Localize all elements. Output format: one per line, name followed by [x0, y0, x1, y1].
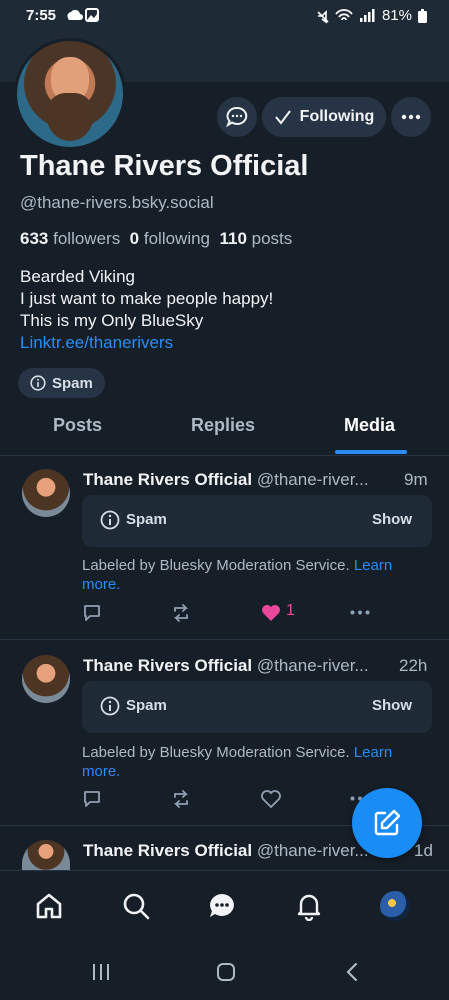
bio-line: This is my Only BlueSky: [20, 311, 204, 330]
recent-apps-icon[interactable]: [91, 962, 111, 982]
status-time: 7:55: [26, 7, 57, 24]
status-bar: 7:55 81%: [0, 0, 449, 32]
message-button[interactable]: [217, 97, 257, 137]
moderation-note: Labeled by Bluesky Moderation Service. L…: [82, 744, 393, 780]
moderation-note: Labeled by Bluesky Moderation Service. L…: [82, 557, 393, 593]
profile-bio: Bearded Viking I just want to make peopl…: [20, 266, 273, 354]
posts-count: 110 posts: [219, 229, 293, 248]
search-icon: [123, 893, 150, 920]
info-icon: [100, 696, 120, 716]
content-warning[interactable]: Spam Show: [82, 681, 432, 733]
show-button[interactable]: Show: [372, 511, 412, 528]
post-author[interactable]: Thane Rivers Official: [83, 470, 252, 489]
info-icon: [30, 375, 46, 391]
reply-icon[interactable]: [82, 603, 102, 623]
post-divider: [0, 639, 449, 640]
spam-label-chip[interactable]: Spam: [18, 368, 105, 398]
bio-line: Bearded Viking: [20, 267, 135, 286]
post-header: Thane Rivers Official @thane-river...: [83, 841, 369, 861]
following-button[interactable]: Following: [262, 97, 386, 137]
following-button-label: Following: [299, 108, 375, 125]
profile-avatar[interactable]: [14, 38, 126, 150]
post-time: 9m: [404, 470, 428, 489]
nav-notifications[interactable]: [292, 889, 326, 923]
more-options-button[interactable]: [391, 97, 431, 137]
notification-icons: [66, 7, 100, 27]
battery-percent: 81%: [381, 7, 412, 24]
avatar: [380, 891, 410, 921]
system-icons: 81%: [316, 7, 427, 24]
system-nav: [0, 946, 449, 1000]
post-header: Thane Rivers Official @thane-river...: [83, 656, 369, 676]
post-time: 1d: [414, 841, 433, 860]
home-icon: [36, 893, 62, 919]
bottom-nav: [0, 870, 449, 947]
profile-stats: 633 followers 0 following 110 posts: [20, 229, 292, 249]
post-handle: @thane-river...: [256, 470, 369, 489]
warning-label: Spam: [126, 697, 167, 714]
more-icon[interactable]: [350, 610, 370, 615]
more-icon: [401, 114, 421, 120]
bell-icon: [297, 894, 321, 921]
profile-name: Thane Rivers Official: [20, 150, 309, 182]
heart-icon[interactable]: [260, 789, 282, 809]
bio-line: I just want to make people happy!: [20, 289, 274, 308]
post-handle: @thane-river...: [256, 656, 369, 675]
compose-button[interactable]: [352, 788, 422, 858]
nav-messages[interactable]: [205, 889, 239, 923]
chat-icon: [226, 106, 248, 128]
bio-link[interactable]: Linktr.ee/thanerivers: [20, 332, 273, 354]
battery-icon: [418, 8, 427, 23]
post-avatar[interactable]: [22, 840, 70, 870]
nav-profile[interactable]: [378, 889, 412, 923]
tab-media[interactable]: Media: [344, 415, 395, 436]
post-actions: [82, 787, 382, 811]
nav-home[interactable]: [32, 889, 66, 923]
post-handle: @thane-river...: [256, 841, 369, 860]
warning-label: Spam: [126, 511, 167, 528]
nav-search[interactable]: [119, 889, 153, 923]
messages-icon: [210, 894, 234, 917]
tab-replies[interactable]: Replies: [191, 415, 255, 436]
active-tab-indicator: [335, 450, 407, 454]
following-link[interactable]: 0 following: [130, 229, 210, 248]
like-count: 1: [286, 602, 295, 619]
post-header: Thane Rivers Official @thane-river...: [83, 470, 369, 490]
show-button[interactable]: Show: [372, 697, 412, 714]
post-avatar[interactable]: [22, 655, 70, 703]
repost-icon[interactable]: [171, 789, 191, 809]
reply-icon[interactable]: [82, 789, 102, 809]
content-warning[interactable]: Spam Show: [82, 495, 432, 547]
compose-icon: [374, 809, 401, 836]
post-avatar[interactable]: [22, 469, 70, 517]
back-icon[interactable]: [342, 961, 362, 983]
tab-posts[interactable]: Posts: [53, 415, 102, 436]
followers-link[interactable]: 633 followers: [20, 229, 120, 248]
check-icon: [274, 110, 291, 125]
post-author[interactable]: Thane Rivers Official: [83, 656, 252, 675]
repost-icon[interactable]: [171, 603, 191, 623]
home-button-icon[interactable]: [215, 961, 237, 983]
post-actions: 1: [82, 601, 382, 625]
info-icon: [100, 510, 120, 530]
post-time: 22h: [399, 656, 428, 675]
profile-handle: @thane-rivers.bsky.social: [20, 193, 214, 212]
post-author[interactable]: Thane Rivers Official: [83, 841, 252, 860]
profile-tabs: Posts Replies Media: [0, 405, 449, 456]
heart-icon[interactable]: [260, 603, 282, 623]
